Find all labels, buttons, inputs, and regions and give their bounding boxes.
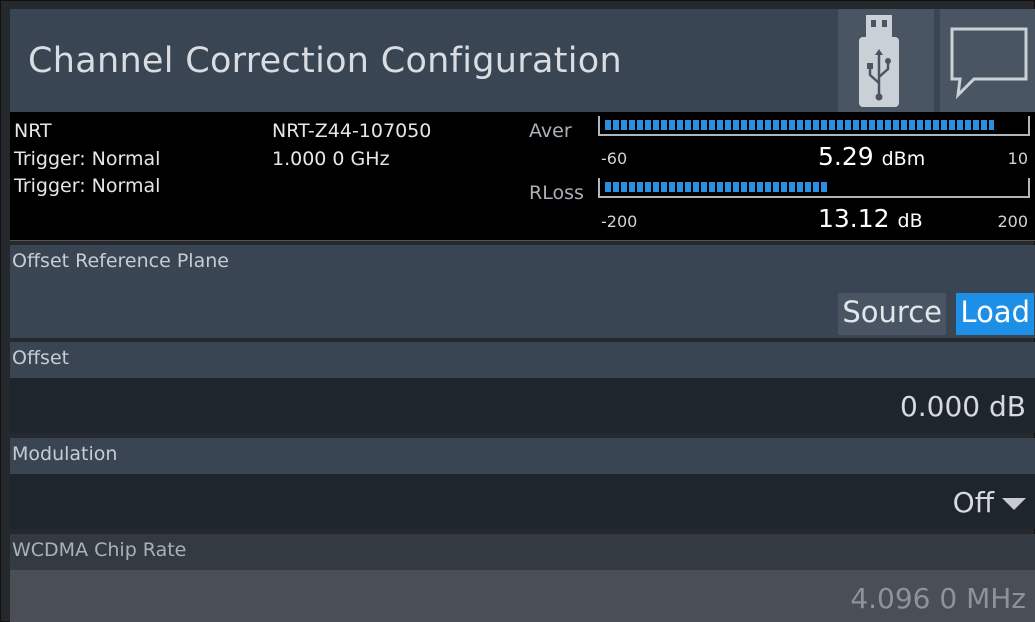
modulation-row: Modulation Off	[10, 438, 1035, 531]
rloss-label: RLoss	[529, 182, 584, 204]
frequency: 1.000 0 GHz	[272, 148, 390, 170]
offset-label: Offset	[10, 342, 1035, 378]
rloss-bar-fill	[605, 182, 827, 192]
aver-value-readout: 5.29 dBm	[818, 142, 925, 171]
aver-value: 5.29	[818, 142, 874, 171]
aver-label: Aver	[529, 120, 572, 142]
sensor-serial: NRT-Z44-107050	[272, 120, 432, 142]
offset-field[interactable]: 0.000 dB	[10, 378, 1035, 433]
load-option[interactable]: Load	[956, 293, 1034, 335]
aver-bar-fill	[605, 120, 994, 130]
offset-row: Offset 0.000 dB	[10, 342, 1035, 435]
offset-value: 0.000 dB	[899, 390, 1026, 423]
modulation-value: Off	[952, 486, 994, 519]
aver-unit: dBm	[881, 148, 926, 170]
wcdma-chip-rate-value: 4.096 0 MHz	[850, 582, 1026, 615]
page-title: Channel Correction Configuration	[28, 41, 622, 81]
message-icon	[950, 27, 1028, 100]
rloss-value: 13.12	[818, 204, 890, 233]
rloss-unit: dB	[897, 210, 923, 232]
modulation-dropdown[interactable]: Off	[10, 474, 1035, 529]
measurement-panel: NRT Trigger: Normal Trigger: Normal NRT-…	[10, 112, 1035, 241]
aver-min: -60	[601, 149, 628, 168]
sensor-name: NRT	[14, 120, 52, 142]
modulation-label: Modulation	[10, 438, 1035, 474]
trigger-status-2: Trigger: Normal	[14, 175, 161, 197]
offset-reference-plane-row: Offset Reference Plane Source Load	[10, 245, 1035, 338]
wcdma-chip-rate-label: WCDMA Chip Rate	[10, 534, 1035, 570]
channel-correction-screen: Channel Correction Configuration NRT Tri…	[0, 0, 1035, 622]
rloss-bar	[598, 178, 1030, 198]
rloss-value-readout: 13.12 dB	[818, 204, 923, 233]
trigger-status-1: Trigger: Normal	[14, 148, 161, 170]
source-option[interactable]: Source	[838, 293, 946, 335]
offset-reference-plane-label: Offset Reference Plane	[12, 250, 229, 272]
aver-bar	[598, 116, 1030, 136]
title-bar: Channel Correction Configuration	[10, 9, 1035, 112]
messages-button[interactable]	[940, 9, 1035, 112]
modulation-value-wrap: Off	[953, 486, 1026, 519]
usb-icon	[859, 15, 899, 107]
wcdma-chip-rate-row: WCDMA Chip Rate 4.096 0 MHz	[10, 534, 1035, 622]
chevron-down-icon	[1002, 498, 1026, 510]
usb-button[interactable]	[838, 9, 934, 112]
wcdma-chip-rate-field: 4.096 0 MHz	[10, 570, 1035, 622]
aver-max: 10	[1007, 149, 1028, 168]
rloss-min: -200	[601, 212, 638, 231]
rloss-max: 200	[997, 212, 1028, 231]
